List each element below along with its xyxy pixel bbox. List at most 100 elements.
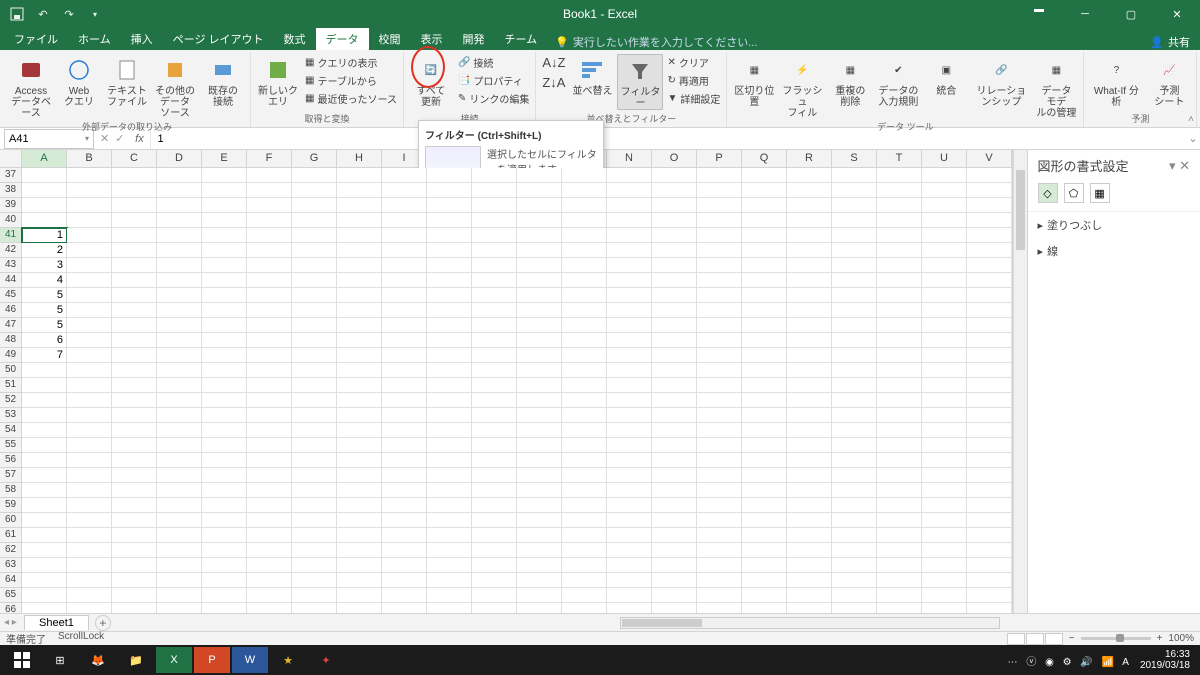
- cell[interactable]: [697, 393, 742, 408]
- cell[interactable]: [787, 168, 832, 183]
- cell[interactable]: [967, 393, 1012, 408]
- cell[interactable]: [877, 198, 922, 213]
- cell[interactable]: [607, 363, 652, 378]
- cell[interactable]: [382, 273, 427, 288]
- collapse-ribbon-icon[interactable]: ˄: [1188, 114, 1194, 125]
- cell[interactable]: [652, 483, 697, 498]
- cell[interactable]: [607, 588, 652, 603]
- cell[interactable]: [67, 528, 112, 543]
- cell[interactable]: [427, 318, 472, 333]
- cell[interactable]: [967, 243, 1012, 258]
- cell[interactable]: [967, 213, 1012, 228]
- cell[interactable]: [742, 543, 787, 558]
- cell[interactable]: [247, 213, 292, 228]
- cell[interactable]: [742, 528, 787, 543]
- cell[interactable]: [202, 273, 247, 288]
- cell[interactable]: [742, 378, 787, 393]
- cell[interactable]: [607, 243, 652, 258]
- cell[interactable]: [787, 183, 832, 198]
- cell[interactable]: [427, 258, 472, 273]
- cell[interactable]: [157, 423, 202, 438]
- cell[interactable]: [787, 453, 832, 468]
- cell[interactable]: [787, 408, 832, 423]
- col-header-P[interactable]: P: [697, 150, 742, 167]
- cell[interactable]: [247, 573, 292, 588]
- cell[interactable]: [292, 213, 337, 228]
- tell-me-search[interactable]: 💡 実行したい作業を入力してください...: [555, 34, 757, 50]
- cell[interactable]: [697, 318, 742, 333]
- cell[interactable]: [202, 603, 247, 613]
- cell[interactable]: [247, 558, 292, 573]
- cell[interactable]: [382, 408, 427, 423]
- cell[interactable]: [472, 378, 517, 393]
- cell[interactable]: [112, 213, 157, 228]
- cell[interactable]: [967, 528, 1012, 543]
- cell[interactable]: [517, 303, 562, 318]
- cell[interactable]: [922, 288, 967, 303]
- cell[interactable]: [67, 258, 112, 273]
- cell[interactable]: [157, 408, 202, 423]
- cell[interactable]: [607, 333, 652, 348]
- cell[interactable]: [697, 483, 742, 498]
- cell[interactable]: [517, 168, 562, 183]
- cell[interactable]: [157, 288, 202, 303]
- cell[interactable]: [472, 513, 517, 528]
- cell[interactable]: [742, 393, 787, 408]
- cell[interactable]: [922, 408, 967, 423]
- cell[interactable]: [472, 603, 517, 613]
- cell[interactable]: [517, 348, 562, 363]
- row-header[interactable]: 38: [0, 183, 22, 198]
- cell[interactable]: [247, 273, 292, 288]
- cell[interactable]: [832, 393, 877, 408]
- col-header-Q[interactable]: Q: [742, 150, 787, 167]
- cell[interactable]: [517, 483, 562, 498]
- cell[interactable]: [382, 498, 427, 513]
- cell[interactable]: [697, 228, 742, 243]
- cell[interactable]: [382, 288, 427, 303]
- cell[interactable]: [517, 468, 562, 483]
- cell[interactable]: [292, 168, 337, 183]
- cell[interactable]: [67, 588, 112, 603]
- cell[interactable]: [112, 438, 157, 453]
- cell[interactable]: [427, 513, 472, 528]
- cell[interactable]: [202, 378, 247, 393]
- cell[interactable]: [157, 588, 202, 603]
- cell[interactable]: [922, 573, 967, 588]
- cell[interactable]: [832, 438, 877, 453]
- cell[interactable]: [652, 168, 697, 183]
- consolidate-button[interactable]: ▣統合: [923, 54, 969, 97]
- cell[interactable]: [202, 183, 247, 198]
- cell[interactable]: [742, 183, 787, 198]
- cell[interactable]: [382, 513, 427, 528]
- cell[interactable]: [742, 363, 787, 378]
- col-header-D[interactable]: D: [157, 150, 202, 167]
- tab-home[interactable]: ホーム: [68, 28, 121, 50]
- cell[interactable]: [877, 573, 922, 588]
- cell[interactable]: [382, 168, 427, 183]
- cell[interactable]: [562, 393, 607, 408]
- cell[interactable]: [472, 528, 517, 543]
- cell[interactable]: [472, 453, 517, 468]
- cell[interactable]: [427, 588, 472, 603]
- cell[interactable]: [22, 438, 67, 453]
- cell[interactable]: [67, 168, 112, 183]
- cell[interactable]: [112, 303, 157, 318]
- cell[interactable]: [967, 423, 1012, 438]
- start-button[interactable]: [4, 647, 40, 673]
- cell[interactable]: [427, 558, 472, 573]
- taskbar-clock[interactable]: 16:33 2019/03/18: [1140, 649, 1190, 671]
- sheet-tab-sheet1[interactable]: Sheet1: [24, 615, 89, 630]
- cell[interactable]: [877, 408, 922, 423]
- cell[interactable]: [67, 213, 112, 228]
- cell[interactable]: [742, 438, 787, 453]
- cell[interactable]: [607, 468, 652, 483]
- cell[interactable]: [202, 573, 247, 588]
- cell[interactable]: [472, 408, 517, 423]
- cell[interactable]: [787, 543, 832, 558]
- cell[interactable]: [157, 498, 202, 513]
- cell[interactable]: [427, 543, 472, 558]
- cell[interactable]: [877, 288, 922, 303]
- cell[interactable]: [562, 498, 607, 513]
- cell[interactable]: 5: [22, 318, 67, 333]
- cell[interactable]: [157, 558, 202, 573]
